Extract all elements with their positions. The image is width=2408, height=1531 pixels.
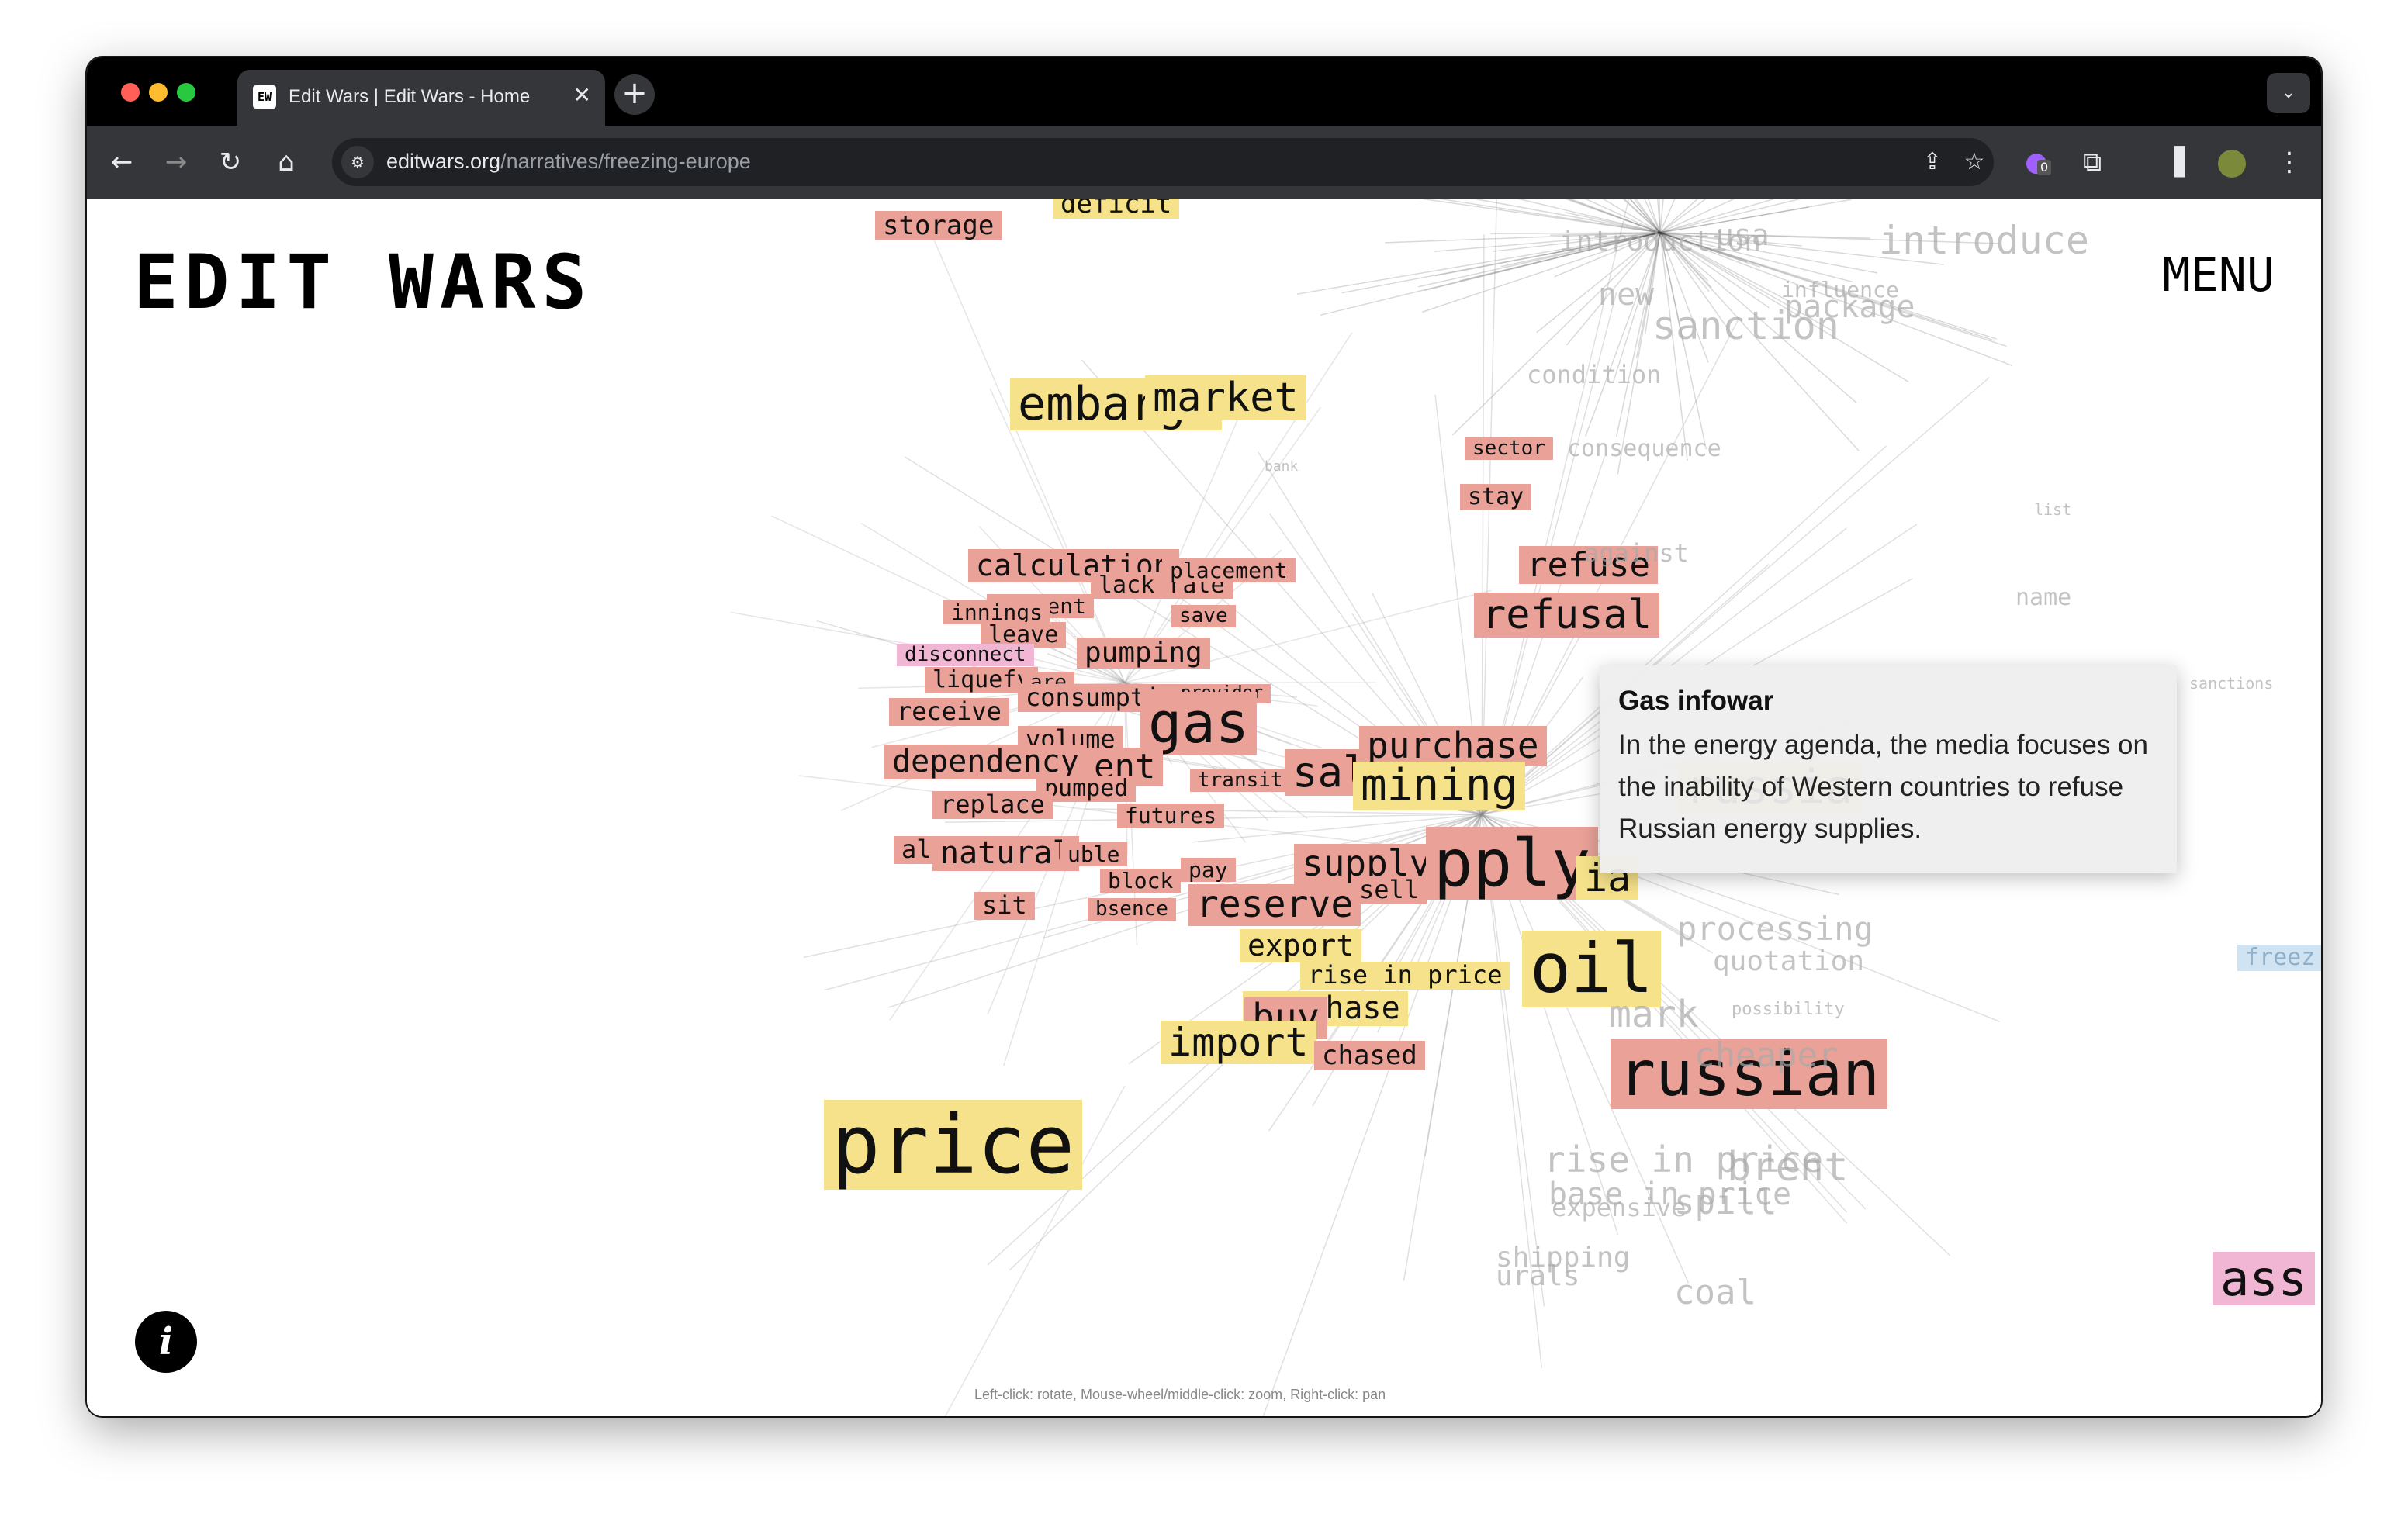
graph-word-node[interactable]: possibility — [1724, 1000, 1853, 1020]
graph-word-node[interactable]: storage — [875, 211, 1002, 240]
browser-tab[interactable]: EW Edit Wars | Edit Wars - Home ✕ — [237, 70, 605, 126]
extension-badge: 0 — [2037, 160, 2052, 175]
graph-word-node[interactable]: transit — [1190, 769, 1291, 793]
page-content: storage deficit embargo market bank sector sta… — [87, 199, 2321, 1416]
graph-word-node[interactable]: receive — [889, 697, 1009, 726]
extensions-puzzle-icon[interactable]: ⧉ — [2073, 143, 2112, 181]
graph-word-node[interactable]: influence — [1773, 278, 1907, 302]
graph-word-node[interactable]: replace — [932, 790, 1053, 819]
graph-word-node[interactable]: against — [1576, 539, 1697, 568]
graph-word-node[interactable]: ass — [2213, 1252, 2315, 1305]
favicon-icon: EW — [253, 85, 276, 109]
graph-word-node[interactable]: sell — [1351, 876, 1427, 904]
graph-word-node[interactable]: price — [824, 1100, 1083, 1190]
graph-word-node[interactable]: coal — [1666, 1274, 1764, 1312]
graph-word-node[interactable]: futures — [1117, 804, 1225, 828]
graph-word-node[interactable]: rise in price — [1300, 961, 1510, 990]
extension-icon[interactable]: ● 0 — [2017, 143, 2056, 181]
address-bar[interactable]: ⚙ editwars.org/narratives/freezing-europ… — [332, 138, 1994, 186]
graph-word-node[interactable]: mark — [1601, 994, 1707, 1036]
graph-word-node[interactable]: introduce — [1871, 219, 2097, 262]
controls-hint: Left-click: rotate, Mouse-wheel/middle-c… — [974, 1387, 1386, 1402]
back-button[interactable]: ← — [102, 143, 141, 181]
graph-word-node[interactable]: list — [2026, 501, 2079, 519]
graph-word-node[interactable]: disconnect — [897, 643, 1034, 667]
site-logo[interactable]: EDIT WARS — [133, 239, 593, 326]
menu-button[interactable]: MENU — [2163, 248, 2275, 302]
graph-word-node[interactable]: gas — [1140, 692, 1258, 755]
zoom-window-button[interactable] — [177, 83, 195, 102]
graph-word-node[interactable]: sector — [1465, 437, 1553, 461]
tooltip-body: In the energy agenda, the media focuses … — [1618, 730, 2148, 844]
graph-word-node[interactable]: mining — [1353, 761, 1526, 810]
browser-menu-icon[interactable]: ⋮ — [2270, 143, 2309, 181]
graph-word-node[interactable]: chased — [1314, 1041, 1425, 1070]
home-button[interactable]: ⌂ — [267, 143, 306, 181]
graph-word-node[interactable]: natural — [932, 836, 1079, 871]
graph-word-node[interactable]: import — [1161, 1021, 1316, 1064]
tooltip-title: Gas infowar — [1618, 686, 1774, 716]
minimize-window-button[interactable] — [149, 83, 168, 102]
graph-word-node[interactable]: uble — [1060, 842, 1128, 866]
forward-button[interactable]: → — [157, 143, 195, 181]
graph-word-node[interactable]: pumping — [1077, 637, 1210, 669]
bookmark-star-icon[interactable]: ☆ — [1956, 144, 1992, 180]
graph-word-node[interactable]: name — [2008, 585, 2079, 611]
graph-word-node[interactable]: processing — [1669, 911, 1881, 947]
tab-close-icon[interactable]: ✕ — [573, 82, 591, 108]
graph-word-node[interactable]: export — [1240, 929, 1362, 962]
graph-word-node[interactable]: block — [1100, 869, 1182, 893]
graph-word-node[interactable]: refusal — [1474, 593, 1660, 638]
graph-word-node[interactable]: usa — [1708, 219, 1777, 252]
graph-word-node[interactable]: cheaper — [1687, 1036, 1846, 1075]
graph-word-node[interactable]: consequence — [1559, 436, 1729, 462]
side-panel-icon[interactable]: ▐ — [2155, 143, 2194, 181]
narrative-tooltip: Gas infowar In the energy agenda, the me… — [1600, 665, 2177, 873]
graph-word-node[interactable]: deficit — [1053, 199, 1180, 219]
graph-word-node[interactable]: save — [1171, 604, 1236, 628]
graph-word-node[interactable]: sanctions — [2181, 675, 2281, 693]
url-text[interactable]: editwars.org/narratives/freezing-europe — [386, 150, 751, 174]
url-host: editwars.org — [386, 150, 501, 173]
graph-word-node[interactable]: condition — [1519, 361, 1669, 389]
graph-word-node[interactable]: stay — [1460, 484, 1532, 510]
close-window-button[interactable] — [121, 83, 140, 102]
browser-window: EW Edit Wars | Edit Wars - Home ✕ + ⌄ ← … — [87, 57, 2321, 1416]
browser-toolbar: ← → ↻ ⌂ ⚙ editwars.org/narratives/freezi… — [87, 126, 2321, 199]
browser-titlebar: EW Edit Wars | Edit Wars - Home ✕ + ⌄ — [87, 57, 2321, 126]
graph-word-node[interactable]: pay — [1181, 858, 1236, 882]
graph-word-node[interactable]: expensive — [1544, 1194, 1694, 1222]
graph-word-node[interactable]: freez — [2237, 945, 2321, 971]
graph-word-node[interactable]: placement — [1162, 558, 1296, 582]
tab-title: Edit Wars | Edit Wars - Home — [289, 86, 531, 107]
share-icon[interactable]: ⇪ — [1915, 144, 1950, 180]
graph-word-node[interactable]: sit — [974, 891, 1035, 920]
info-button[interactable]: i — [135, 1311, 197, 1373]
graph-word-node[interactable]: pply — [1426, 827, 1599, 900]
url-path: /narratives/freezing-europe — [500, 150, 751, 173]
site-info-icon[interactable]: ⚙ — [341, 146, 374, 178]
graph-word-node[interactable]: bsence — [1088, 897, 1176, 921]
graph-word-node[interactable]: reserve — [1188, 883, 1361, 926]
graph-word-node[interactable]: quotation — [1705, 945, 1872, 977]
graph-word-node[interactable]: bank — [1257, 458, 1306, 475]
graph-word-node[interactable]: market — [1145, 375, 1306, 420]
graph-word-node[interactable]: urals — [1488, 1260, 1587, 1292]
profile-avatar[interactable] — [2213, 143, 2251, 181]
tab-search-button[interactable]: ⌄ — [2267, 73, 2310, 113]
new-tab-button[interactable]: + — [614, 74, 655, 115]
reload-button[interactable]: ↻ — [211, 143, 250, 181]
